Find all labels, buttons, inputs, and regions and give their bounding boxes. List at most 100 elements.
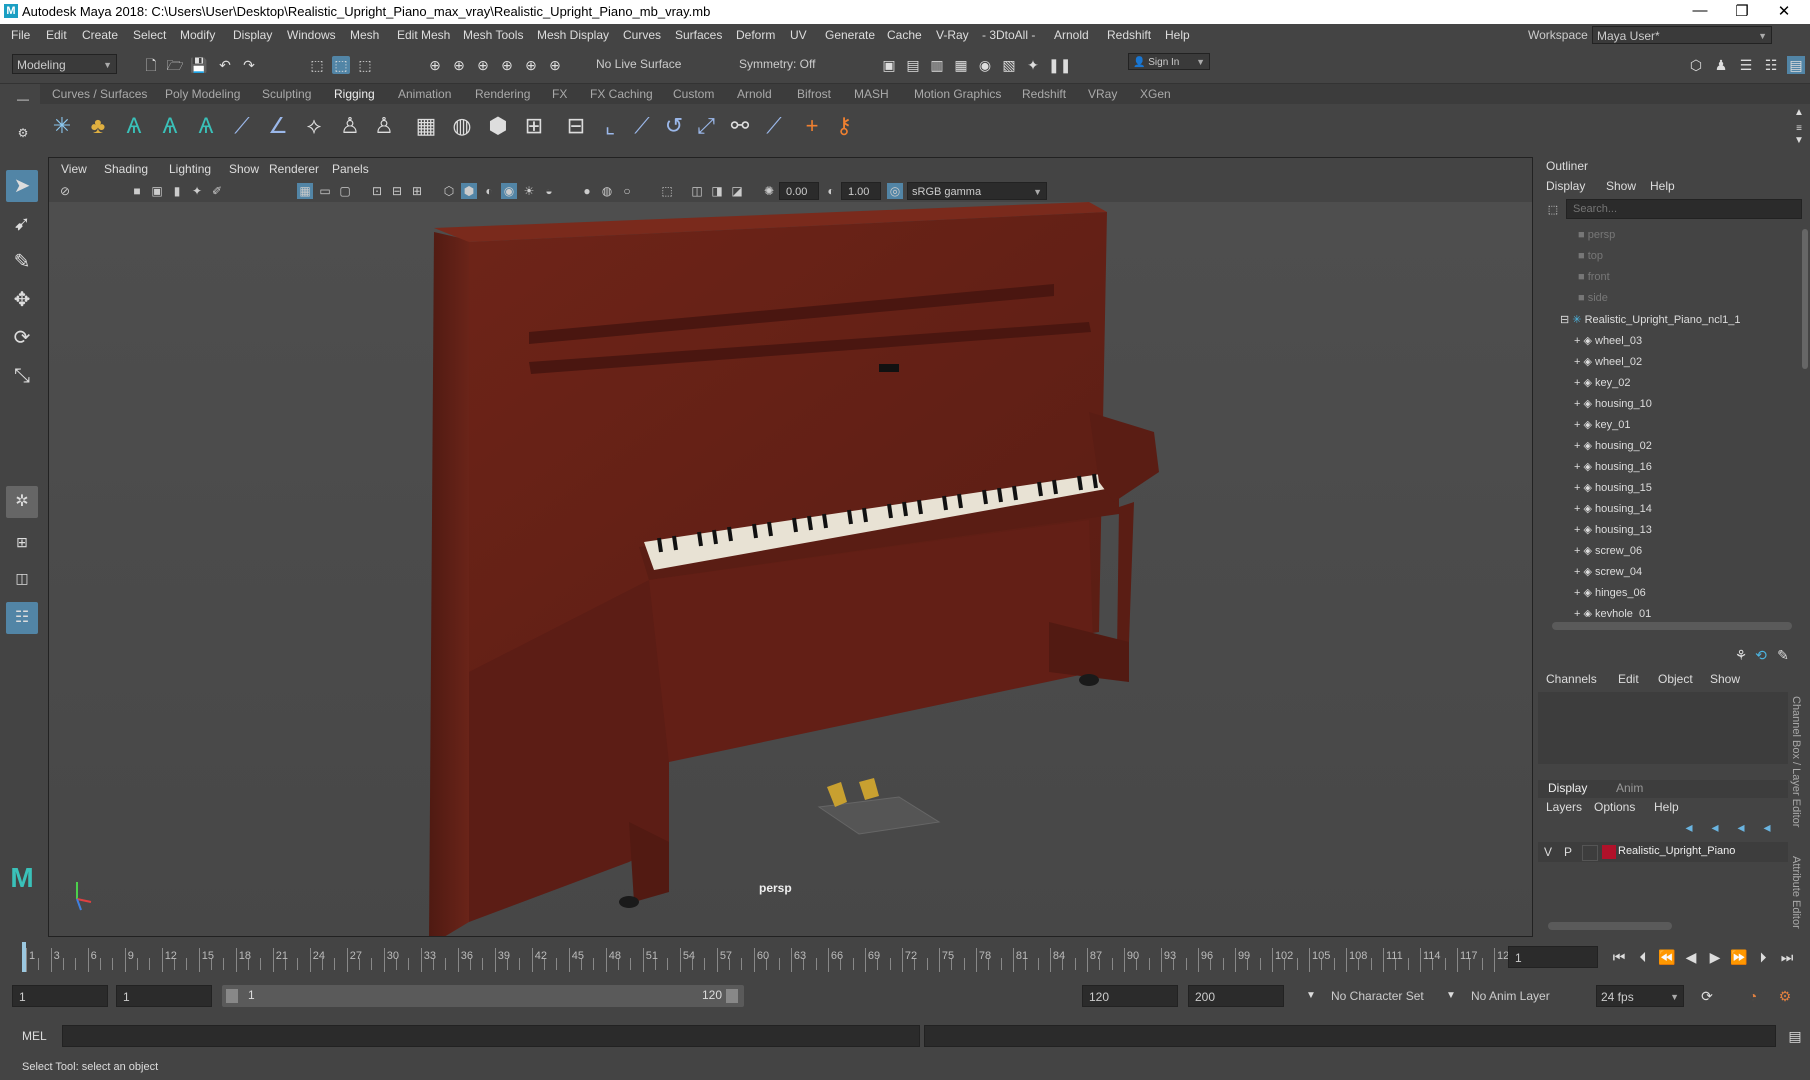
vp-menu-renderer[interactable]: Renderer (269, 162, 319, 176)
anim-prefs-icon[interactable]: ⚙ (1776, 987, 1794, 1005)
outliner-item[interactable]: + ◈ wheel_03 (1574, 334, 1642, 347)
outliner-camera-top[interactable]: ■ top (1578, 250, 1603, 262)
field-chart-icon[interactable]: ⊞ (409, 183, 425, 199)
tab-sculpting[interactable]: Sculpting (262, 87, 311, 101)
layer-playback-toggle[interactable]: P (1564, 845, 1572, 859)
outliner-group[interactable]: ⊟ ✳ Realistic_Upright_Piano_ncl1_1 (1560, 313, 1741, 326)
grid-icon[interactable]: ▦ (297, 183, 313, 199)
menu-3dtoall[interactable]: - 3DtoAll - (982, 28, 1035, 42)
menu-cache[interactable]: Cache (887, 28, 922, 42)
channel-menu-show[interactable]: Show (1710, 672, 1740, 686)
four-view-icon[interactable]: ⊞ (6, 526, 38, 558)
menu-select[interactable]: Select (133, 28, 166, 42)
range-bar[interactable]: 1 120 (222, 985, 744, 1007)
outliner-layout-icon[interactable]: ☷ (6, 602, 38, 634)
minimize-button[interactable]: — (1680, 2, 1720, 19)
pole-vector-icon[interactable]: ⟋ (760, 112, 788, 140)
outliner-menu-help[interactable]: Help (1650, 179, 1675, 193)
layer-name[interactable]: Realistic_Upright_Piano (1618, 845, 1735, 857)
select-camera-icon[interactable]: ⊘ (57, 183, 73, 199)
menu-mesh[interactable]: Mesh (350, 28, 379, 42)
menu-help[interactable]: Help (1165, 28, 1190, 42)
tab-bifrost[interactable]: Bifrost (797, 87, 831, 101)
undo-icon[interactable]: ↶ (216, 56, 234, 74)
layer-tab-display[interactable]: Display (1548, 781, 1587, 795)
aim-constraint-icon[interactable]: ⟋ (628, 112, 656, 140)
snap-grid-icon[interactable]: ⊕ (426, 56, 444, 74)
attribute-editor-side-tab[interactable]: Attribute Editor (1790, 856, 1802, 936)
edit-icon[interactable]: ✎ (1774, 646, 1792, 664)
outliner-menu-display[interactable]: Display (1546, 179, 1585, 193)
chevron-down-icon[interactable]: ▼ (1302, 987, 1320, 1005)
render-view-icon[interactable]: ▣ (880, 56, 898, 74)
human-ik-icon[interactable]: ♙ (370, 112, 398, 140)
filter-icon[interactable]: ⬚ (1544, 201, 1562, 219)
outliner-item[interactable]: + ◈ housing_14 (1574, 502, 1652, 515)
menu-mesh-tools[interactable]: Mesh Tools (463, 28, 523, 42)
range-end-handle[interactable] (726, 989, 738, 1003)
playback-end-field[interactable]: 120 (1082, 985, 1178, 1007)
hik-icon-2[interactable]: Ѧ (156, 112, 184, 140)
step-forward-key-icon[interactable]: ⏵ (1754, 948, 1772, 966)
layer-color-swatch[interactable] (1602, 845, 1616, 859)
outliner-item[interactable]: + ◈ housing_13 (1574, 523, 1652, 536)
snap-curve-icon[interactable]: ⊕ (450, 56, 468, 74)
fps-dropdown[interactable]: 24 fps ▼ (1596, 985, 1684, 1007)
move-layer-down-icon[interactable]: ◂ (1706, 818, 1724, 836)
script-editor-icon[interactable]: ▤ (1786, 1027, 1804, 1045)
attribute-editor-icon[interactable]: ☰ (1737, 56, 1755, 74)
snap-point-icon[interactable]: ⊕ (474, 56, 492, 74)
menu-vray[interactable]: V-Ray (936, 28, 969, 42)
menu-display[interactable]: Display (233, 28, 272, 42)
vp-menu-shading[interactable]: Shading (104, 162, 148, 176)
refresh-icon[interactable]: ⟲ (1752, 646, 1770, 664)
lattice-icon[interactable]: ▦ (412, 112, 440, 140)
light-editor-icon[interactable]: ✦ (1024, 56, 1042, 74)
current-time-indicator[interactable] (22, 942, 26, 972)
render-setup-icon[interactable]: ▧ (1000, 56, 1018, 74)
layer-tab-anim[interactable]: Anim (1616, 781, 1643, 795)
rotate-tool-icon[interactable]: ⟳ (6, 322, 38, 354)
outliner-search-input[interactable] (1566, 199, 1802, 219)
sign-in-button[interactable]: 👤 Sign In ▼ (1128, 53, 1210, 70)
wrap-icon[interactable]: ⬢ (484, 112, 512, 140)
snap-surface-icon[interactable]: ⊕ (522, 56, 540, 74)
anim-layer-field[interactable]: No Anim Layer (1471, 989, 1550, 1003)
outliner-item[interactable]: + ◈ housing_16 (1574, 460, 1652, 473)
menu-surfaces[interactable]: Surfaces (675, 28, 722, 42)
tab-animation[interactable]: Animation (398, 87, 451, 101)
ik-spline-icon[interactable]: ∠ (264, 112, 292, 140)
menu-curves[interactable]: Curves (623, 28, 661, 42)
ambient-occlusion-icon[interactable]: ● (579, 183, 595, 199)
menu-mesh-display[interactable]: Mesh Display (537, 28, 609, 42)
channel-box-side-tab[interactable]: Channel Box / Layer Editor (1790, 696, 1802, 846)
current-frame-field[interactable]: 1 (1508, 946, 1598, 968)
new-layer-selected-icon[interactable]: ◂ (1758, 818, 1776, 836)
move-layer-up-icon[interactable]: ◂ (1680, 818, 1698, 836)
mode-dropdown[interactable]: Modeling ▼ (12, 54, 117, 74)
select-tool-icon[interactable]: ➤ (6, 170, 38, 202)
outliner-item[interactable]: + ◈ key_02 (1574, 376, 1630, 389)
paint-weights-icon[interactable]: ♣ (84, 112, 112, 140)
hik-icon-1[interactable]: Ѧ (120, 112, 148, 140)
hik-icon-3[interactable]: Ѧ (192, 112, 220, 140)
menu-redshift[interactable]: Redshift (1107, 28, 1151, 42)
outliner-item[interactable]: + ◈ screw_04 (1574, 565, 1642, 578)
two-d-pan-icon[interactable]: ✐ (209, 183, 225, 199)
maximize-button[interactable]: ❐ (1722, 2, 1762, 20)
paint-select-icon[interactable]: ✎ (6, 246, 38, 278)
xray-components-icon[interactable]: ◪ (729, 183, 745, 199)
gamma-icon[interactable]: ◐ (823, 183, 839, 199)
outliner-vertical-scrollbar[interactable] (1802, 229, 1808, 369)
lights-icon[interactable]: ☀ (521, 183, 537, 199)
tab-arnold[interactable]: Arnold (737, 87, 772, 101)
select-object-icon[interactable]: ⬚ (332, 56, 350, 74)
tool-settings-icon[interactable]: ⚘ (1732, 646, 1750, 664)
camera-icon[interactable]: ■ (129, 183, 145, 199)
tab-poly-modeling[interactable]: Poly Modeling (165, 87, 240, 101)
range-start-handle[interactable] (226, 989, 238, 1003)
tool-settings-icon[interactable]: ☷ (1762, 56, 1780, 74)
camera-attributes-icon[interactable]: ▣ (149, 183, 165, 199)
gear-icon[interactable]: ⚙ (14, 124, 32, 142)
menu-edit[interactable]: Edit (46, 28, 67, 42)
